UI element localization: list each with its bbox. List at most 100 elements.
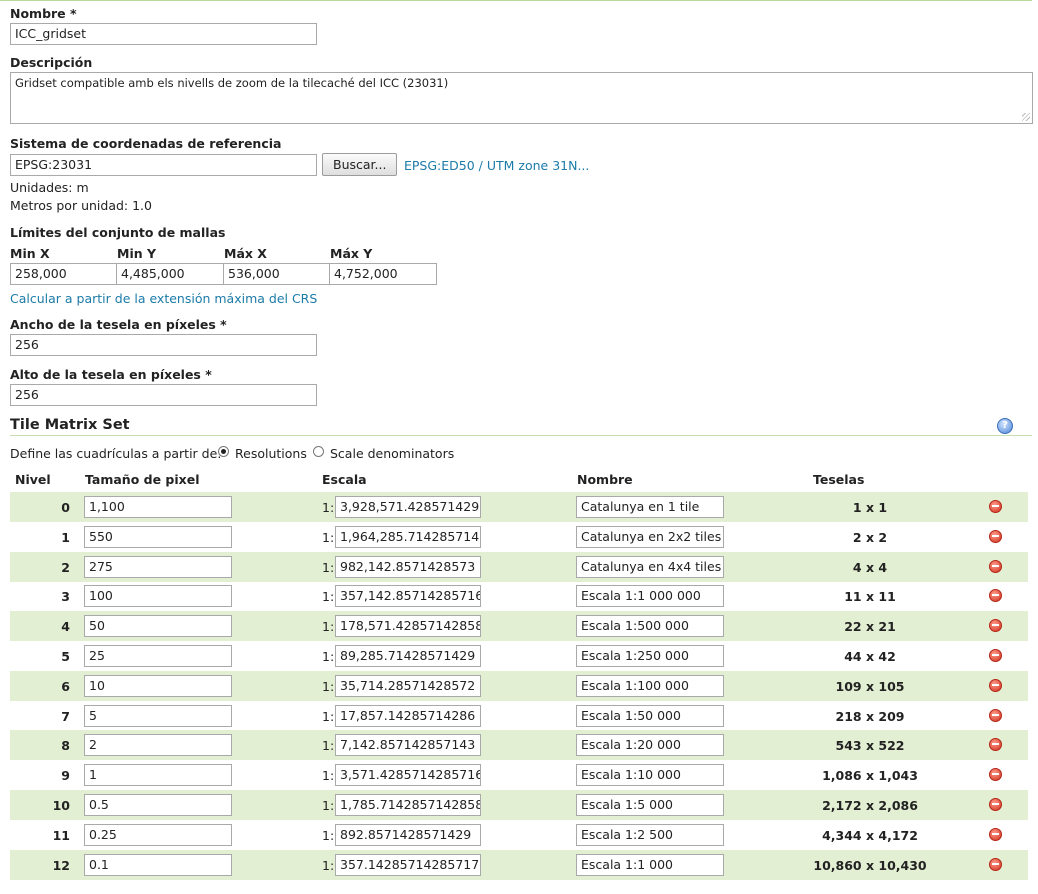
meters-per-unit-text: Metros por unidad: 1.0	[10, 198, 152, 213]
name-input[interactable]: Escala 1:100 000	[576, 674, 724, 697]
delete-icon[interactable]	[989, 559, 1002, 573]
pixel-size-input[interactable]: 0.25	[84, 823, 232, 846]
maxy-label: Máx Y	[330, 246, 373, 261]
minx-input[interactable]: 258,000	[10, 263, 117, 285]
name-input[interactable]: Escala 1:250 000	[576, 645, 724, 667]
delete-icon[interactable]	[989, 827, 1002, 841]
pixel-size-input[interactable]: 5	[84, 704, 232, 727]
scale-input[interactable]: 3,571.4285714285716	[335, 764, 481, 787]
delete-icon[interactable]	[989, 768, 1002, 782]
radio-resolutions[interactable]	[218, 446, 229, 457]
name-input[interactable]: Escala 1:5 000	[576, 794, 724, 816]
help-icon[interactable]: ?	[997, 418, 1013, 434]
name-input[interactable]: Escala 1:500 000	[576, 615, 724, 638]
tile-height-label: Alto de la tesela en píxeles *	[10, 367, 212, 382]
name-input[interactable]: Escala 1:10 000	[576, 764, 724, 787]
scale-input[interactable]: 892.8571428571429	[335, 823, 481, 846]
pixel-size-input[interactable]: 10	[84, 674, 232, 697]
scale-input[interactable]: 357.14285714285717	[335, 853, 481, 876]
scale-input[interactable]: 89,285.71428571429	[335, 645, 481, 667]
scale-input[interactable]: 35,714.28571428572	[335, 674, 481, 697]
tiles-cell: 1 x 1	[852, 500, 888, 515]
scale-input[interactable]: 357,142.85714285716	[335, 585, 481, 608]
delete-icon[interactable]	[989, 529, 1002, 543]
tiles-cell: 11 x 11	[844, 589, 896, 605]
scale-input[interactable]: 3,928,571.428571429	[335, 496, 481, 518]
name-input[interactable]: Escala 1:50 000	[576, 704, 724, 727]
delete-icon[interactable]	[989, 708, 1002, 722]
level-cell: 4	[61, 619, 70, 635]
tile-height-input[interactable]: 256	[10, 384, 317, 406]
radio-resolutions-label[interactable]: Resolutions	[235, 446, 307, 461]
crs-description-link[interactable]: EPSG:ED50 / UTM zone 31N...	[404, 158, 589, 173]
delete-icon[interactable]	[989, 738, 1002, 752]
pixel-size-input[interactable]: 550	[84, 525, 232, 548]
tiles-cell: 543 x 522	[835, 738, 905, 754]
scale-input[interactable]: 982,142.8571428573	[335, 555, 481, 578]
pixel-size-input[interactable]: 1,100	[84, 496, 232, 518]
delete-icon[interactable]	[989, 857, 1002, 871]
pixel-size-input[interactable]: 275	[84, 555, 232, 578]
delete-icon[interactable]	[989, 500, 1002, 513]
name-input[interactable]: Escala 1:20 000	[576, 734, 724, 757]
name-input[interactable]: Escala 1:1 000	[576, 853, 724, 876]
define-label: Define las cuadrículas a partir de:	[10, 446, 222, 461]
pixel-size-input[interactable]: 2	[84, 734, 232, 757]
delete-icon[interactable]	[989, 619, 1002, 633]
crs-label: Sistema de coordenadas de referencia	[10, 136, 282, 151]
pixel-size-input[interactable]: 0.1	[84, 853, 232, 876]
scale-input[interactable]: 7,142.857142857143	[335, 734, 481, 757]
name-input[interactable]: Catalunya en 1 tile	[576, 496, 724, 518]
tiles-cell: 4,344 x 4,172	[822, 827, 918, 843]
table-row: 3 100 1: 357,142.85714285716 Escala 1:1 000 …	[10, 581, 1028, 611]
maxx-input[interactable]: 536,000	[223, 263, 330, 285]
level-cell: 3	[61, 589, 70, 605]
name-input[interactable]: Escala 1:1 000 000	[576, 585, 724, 608]
units-text: Unidades: m	[10, 180, 89, 195]
tiles-cell: 1,086 x 1,043	[822, 768, 918, 784]
tiles-cell: 44 x 42	[844, 649, 896, 664]
name-input[interactable]: Catalunya en 4x4 tiles	[576, 555, 724, 578]
miny-input[interactable]: 4,485,000	[116, 263, 224, 285]
delete-icon[interactable]	[989, 798, 1002, 811]
radio-scale-label[interactable]: Scale denominators	[330, 446, 454, 461]
radio-scale-denominators[interactable]	[313, 446, 324, 457]
miny-label: Min Y	[117, 246, 157, 261]
scale-prefix: 1:	[322, 738, 335, 754]
table-row: 1 550 1: 1,964,285.714285714 Catalunya en 2x…	[10, 522, 1028, 552]
scale-prefix: 1:	[322, 827, 335, 843]
name-input[interactable]: Escala 1:2 500	[576, 823, 724, 846]
pixel-size-input[interactable]: 100	[84, 585, 232, 608]
scale-prefix: 1:	[322, 559, 335, 575]
scale-input[interactable]: 1,785.7142857142858	[335, 794, 481, 816]
crs-input[interactable]: EPSG:23031	[10, 154, 317, 176]
delete-icon[interactable]	[989, 649, 1002, 662]
name-input[interactable]: ICC_gridset	[10, 23, 317, 45]
maxy-input[interactable]: 4,752,000	[329, 263, 437, 285]
resize-grip-icon[interactable]	[1022, 113, 1030, 121]
level-cell: 5	[61, 649, 70, 664]
table-row: 9 1 1: 3,571.4285714285716 Escala 1:10 000 1,…	[10, 760, 1028, 790]
table-row: 6 10 1: 35,714.28571428572 Escala 1:100 000 1…	[10, 670, 1028, 701]
scale-input[interactable]: 178,571.42857142858	[335, 615, 481, 638]
name-input[interactable]: Catalunya en 2x2 tiles	[576, 525, 724, 548]
header-pixel-size: Tamaño de pixel	[85, 472, 200, 487]
search-button[interactable]: Buscar...	[322, 153, 398, 176]
pixel-size-input[interactable]: 50	[84, 615, 232, 638]
minx-label: Min X	[10, 246, 50, 261]
description-textarea[interactable]: Gridset compatible amb els nivells de zo…	[10, 72, 1033, 124]
tile-width-input[interactable]: 256	[10, 334, 317, 356]
pixel-size-input[interactable]: 25	[84, 645, 232, 667]
pixel-size-input[interactable]: 0.5	[84, 794, 232, 816]
compute-extent-link[interactable]: Calcular a partir de la extensión máxima…	[10, 291, 317, 306]
delete-icon[interactable]	[989, 678, 1002, 692]
level-cell: 0	[61, 500, 70, 515]
delete-icon[interactable]	[989, 589, 1002, 603]
level-cell: 9	[61, 768, 70, 784]
header-scale: Escala	[322, 472, 367, 487]
scale-prefix: 1:	[322, 500, 335, 515]
top-divider	[0, 0, 1032, 1]
scale-input[interactable]: 1,964,285.714285714	[335, 525, 481, 548]
scale-input[interactable]: 17,857.14285714286	[335, 704, 481, 727]
pixel-size-input[interactable]: 1	[84, 764, 232, 787]
